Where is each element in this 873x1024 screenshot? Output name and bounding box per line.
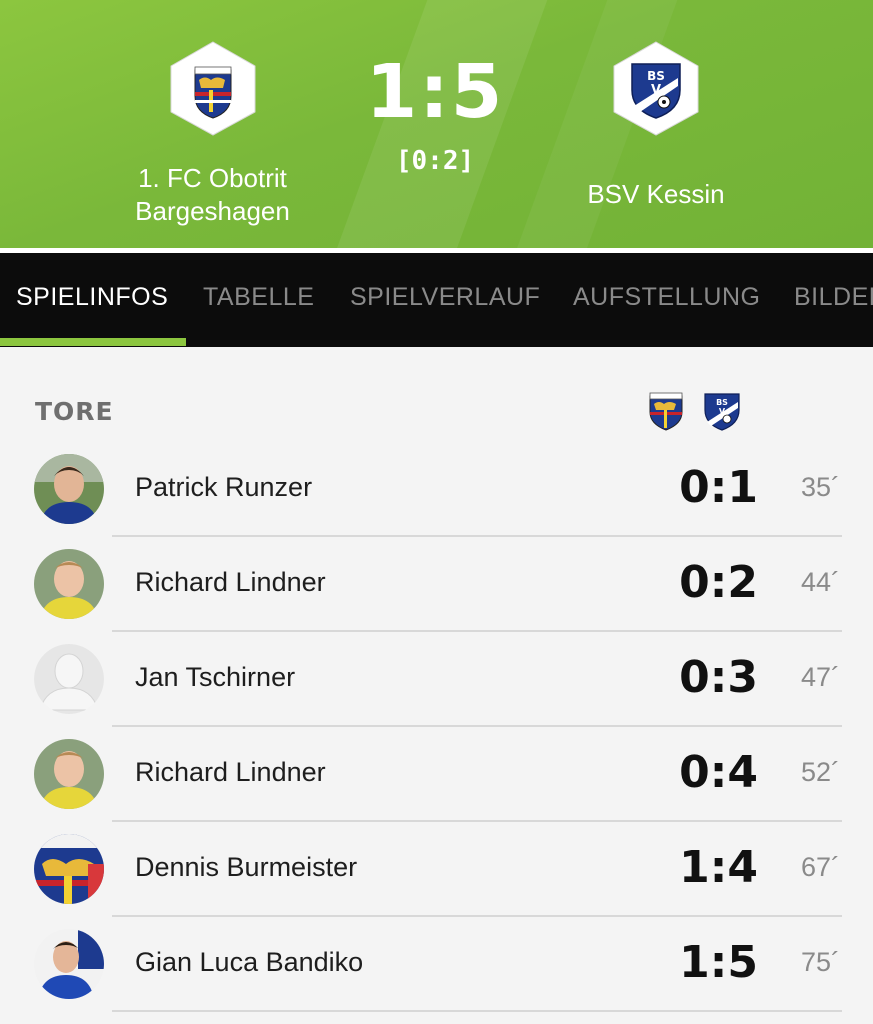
placeholder-avatar-icon xyxy=(34,644,104,714)
player-avatar xyxy=(34,739,104,809)
goal-minute: 67´ xyxy=(800,852,840,882)
home-team[interactable]: 1. FC Obotrit Bargeshagen xyxy=(110,40,315,228)
tab-spielinfos[interactable]: SPIELINFOS xyxy=(16,283,168,312)
goals-section: TORE BS V Patrick Runzer 0:1 35´ Richard… xyxy=(0,347,873,1024)
goal-score: 0:1 xyxy=(679,462,758,513)
tab-aufstellung[interactable]: AUFSTELLUNG xyxy=(573,283,760,312)
goal-minute: 75´ xyxy=(800,947,840,977)
home-team-name-line2: Bargeshagen xyxy=(135,196,290,226)
home-team-mini-crest-icon xyxy=(646,390,686,432)
tab-bilder[interactable]: BILDER xyxy=(794,283,873,312)
goal-score: 1:4 xyxy=(679,842,758,893)
svg-text:V: V xyxy=(651,83,661,98)
goal-scorer-name: Jan Tschirner xyxy=(135,662,296,692)
goal-minute: 44´ xyxy=(800,567,840,597)
goal-score: 1:5 xyxy=(679,937,758,988)
away-team[interactable]: BS V BSV Kessin xyxy=(556,40,756,211)
svg-text:BS: BS xyxy=(647,69,665,83)
goal-minute: 35´ xyxy=(800,472,840,502)
row-divider xyxy=(112,1010,842,1012)
goal-row[interactable]: Dennis Burmeister 1:4 67´ xyxy=(0,822,873,917)
obotrit-crest-icon xyxy=(169,40,257,136)
away-team-mini-crest-icon: BS V xyxy=(702,390,742,432)
halftime-score: [0:2] xyxy=(395,146,475,176)
goal-row[interactable]: Patrick Runzer 0:1 35´ xyxy=(0,442,873,537)
goal-scorer-name: Patrick Runzer xyxy=(135,472,313,502)
goal-scorer-name: Dennis Burmeister xyxy=(135,852,358,882)
tab-spielverlauf[interactable]: SPIELVERLAUF xyxy=(350,283,540,312)
tab-bar: SPIELINFOS TABELLE SPIELVERLAUF AUFSTELL… xyxy=(0,253,873,347)
player-avatar xyxy=(34,929,104,999)
goal-minute: 47´ xyxy=(800,662,840,692)
obotrit-crest-avatar-icon xyxy=(34,834,104,904)
section-title-tore: TORE xyxy=(35,397,114,426)
home-team-name: 1. FC Obotrit Bargeshagen xyxy=(110,162,315,228)
tab-tabelle[interactable]: TABELLE xyxy=(203,283,314,312)
home-team-name-line1: 1. FC Obotrit xyxy=(138,163,287,193)
player-avatar xyxy=(34,454,104,524)
player-avatar xyxy=(34,549,104,619)
svg-text:V: V xyxy=(719,407,726,416)
goal-scorer-name: Richard Lindner xyxy=(135,567,326,597)
goal-score: 0:4 xyxy=(679,747,758,798)
goal-score: 0:2 xyxy=(679,557,758,608)
away-team-name: BSV Kessin xyxy=(587,179,725,209)
goal-scorer-name: Richard Lindner xyxy=(135,757,326,787)
goal-scorer-name: Gian Luca Bandiko xyxy=(135,947,364,977)
svg-text:BS: BS xyxy=(716,398,728,407)
final-score: 1:5 xyxy=(365,49,505,135)
goal-minute: 52´ xyxy=(800,757,840,787)
bsv-crest-icon: BS V xyxy=(612,40,700,136)
active-tab-indicator xyxy=(0,338,186,346)
goal-row[interactable]: Gian Luca Bandiko 1:5 75´ xyxy=(0,917,873,1012)
match-header: 1. FC Obotrit Bargeshagen 1:5 [0:2] BS V… xyxy=(0,0,873,248)
goal-row[interactable]: Richard Lindner 0:2 44´ xyxy=(0,537,873,632)
goal-row[interactable]: Jan Tschirner 0:3 47´ xyxy=(0,632,873,727)
goal-score: 0:3 xyxy=(679,652,758,703)
goal-row[interactable]: Richard Lindner 0:4 52´ xyxy=(0,727,873,822)
